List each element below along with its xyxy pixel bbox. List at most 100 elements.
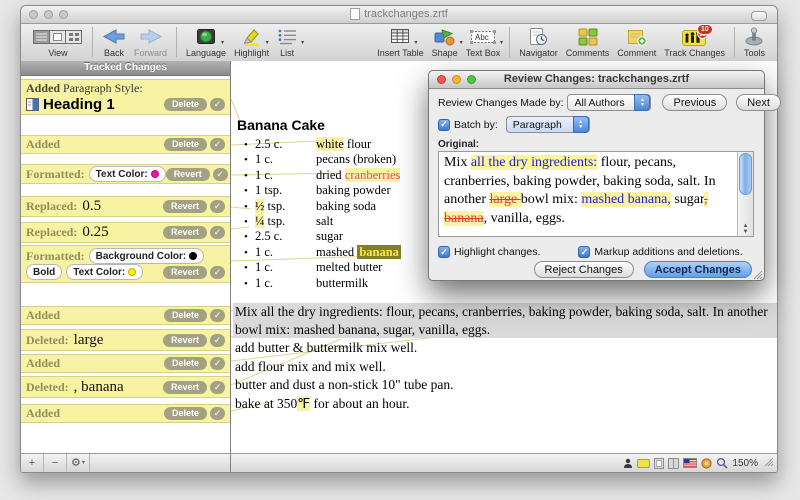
revert-change-button[interactable]: Revert — [163, 200, 207, 213]
revert-change-button[interactable]: Revert — [163, 334, 207, 347]
toolbar-comments-button[interactable]: Comments — [566, 26, 610, 58]
us-flag-icon[interactable] — [683, 458, 697, 468]
tracked-change-entry[interactable]: Replaced:0.5Revert✓ — [21, 196, 230, 217]
bullet-icon: • — [244, 170, 255, 182]
batch-by-popup[interactable]: Paragraph ▲▼ — [506, 116, 590, 133]
toolbar-language-button[interactable]: ▾Language — [186, 26, 226, 58]
original-text: Mix all the dry ingredients: flour, peca… — [444, 155, 716, 226]
text-segment: 1 c. — [255, 276, 273, 290]
toolbar-track-changes-button[interactable]: 1010Track Changes — [664, 26, 725, 58]
text-segment: tsp. — [264, 214, 285, 228]
format-attribute-pill: Background Color: — [89, 248, 205, 264]
toolbar-navigator-button[interactable]: Navigator — [519, 26, 558, 58]
scrollbar-arrows-icon[interactable]: ▲▼ — [738, 223, 753, 235]
accept-change-button[interactable]: ✓ — [210, 407, 225, 420]
accept-change-button[interactable]: ✓ — [210, 226, 225, 239]
markup-option: ✓ Markup additions and deletions. — [578, 246, 742, 258]
facing-pages-icon[interactable] — [668, 458, 679, 469]
delete-change-button[interactable]: Delete — [164, 309, 207, 322]
scrollbar[interactable]: ▲▼ — [737, 152, 753, 236]
original-text-box[interactable]: Mix all the dry ingredients: flour, peca… — [438, 151, 754, 237]
tracked-change-entry[interactable]: Formatted:Text Color:Revert✓ — [21, 164, 230, 184]
tracked-change-entry[interactable]: AddedDelete✓ — [21, 135, 230, 154]
tracked-change-entry[interactable]: Formatted:Background Color:BoldText Colo… — [21, 245, 230, 283]
zoom-level-label[interactable]: 150% — [732, 458, 758, 469]
toolbar-view-button[interactable]: View — [33, 26, 83, 58]
dialog-minimize-button[interactable] — [452, 75, 461, 84]
toolbar-list-button[interactable]: ▾List — [277, 26, 297, 58]
accept-changes-button[interactable]: Accept Changes — [644, 261, 752, 278]
authors-popup[interactable]: All Authors ▲▼ — [567, 94, 651, 111]
revert-change-button[interactable]: Revert — [163, 381, 207, 394]
batch-by-checkbox[interactable]: ✓ — [438, 119, 450, 131]
zoom-magnifier-icon[interactable] — [716, 457, 728, 469]
scrollbar-thumb[interactable] — [739, 153, 752, 195]
revert-change-button[interactable]: Revert — [163, 226, 207, 239]
ingredient-quantity: 1 c. — [255, 245, 316, 260]
resize-grip-icon[interactable] — [752, 269, 763, 280]
accept-change-button[interactable]: ✓ — [210, 138, 225, 151]
accept-change-button[interactable]: ✓ — [210, 266, 225, 279]
toolbar-tools-button[interactable]: Tools — [744, 26, 765, 58]
resize-grip-icon[interactable] — [762, 454, 774, 472]
accept-change-button[interactable]: ✓ — [210, 357, 225, 370]
toolbar-forward-button[interactable]: Forward — [134, 26, 167, 58]
accept-change-button[interactable]: ✓ — [210, 200, 225, 213]
remove-button[interactable]: − — [44, 454, 67, 472]
navigator-icon — [528, 26, 548, 47]
revert-change-button[interactable]: Revert — [166, 168, 210, 181]
delete-change-button[interactable]: Delete — [164, 407, 207, 420]
document-proxy-icon[interactable] — [350, 8, 360, 20]
toolbar-label: Forward — [134, 48, 167, 58]
tracked-change-entry[interactable]: Added Delete✓ — [21, 306, 230, 325]
accept-change-button[interactable]: ✓ — [210, 309, 225, 322]
accept-change-button[interactable]: ✓ — [213, 168, 228, 181]
tracked-change-entry[interactable]: AddedDelete✓ — [21, 404, 230, 423]
change-entry-actions: Delete✓ — [164, 357, 225, 370]
author-icon[interactable] — [623, 458, 633, 469]
toolbar-text-box-button[interactable]: Abc▾Text Box — [466, 26, 501, 58]
tracked-change-entry[interactable]: Replaced:0.25Revert✓ — [21, 222, 230, 243]
batch-by-label: Batch by: — [454, 119, 498, 131]
gear-menu-button[interactable]: ⚙▾ — [67, 454, 90, 472]
dialog-zoom-button[interactable] — [467, 75, 476, 84]
accept-change-button[interactable]: ✓ — [210, 381, 225, 394]
highlight-changes-checkbox[interactable]: ✓ — [438, 246, 450, 258]
next-button[interactable]: Next — [736, 94, 781, 111]
text-segment: ℉ — [297, 396, 310, 411]
tracked-change-entry[interactable]: Added Paragraph Style:Heading 1Delete✓ — [21, 79, 230, 115]
toolbar-shape-button[interactable]: ▾Shape — [432, 26, 458, 58]
text-segment: Mix all the dry ingredients: flour, peca… — [235, 304, 768, 337]
reject-changes-button[interactable]: Reject Changes — [534, 261, 634, 278]
markup-checkbox[interactable]: ✓ — [578, 246, 590, 258]
accept-change-button[interactable]: ✓ — [210, 98, 225, 111]
tracked-change-entry[interactable]: Deleted:largeRevert✓ — [21, 329, 230, 351]
accept-change-button[interactable]: ✓ — [210, 334, 225, 347]
style-badge-icon[interactable] — [701, 458, 712, 469]
text-segment: banana — [357, 245, 401, 259]
back-icon — [102, 26, 126, 47]
toolbar-back-button[interactable]: Back — [102, 26, 126, 58]
add-button[interactable]: + — [21, 454, 44, 472]
sidebar-footer: + − ⚙▾ — [21, 454, 231, 472]
tracked-change-entry[interactable]: Deleted:, bananaRevert✓ — [21, 376, 230, 398]
change-entry-header: Formatted:Background Color: — [26, 248, 225, 264]
delete-change-button[interactable]: Delete — [164, 138, 207, 151]
previous-button[interactable]: Previous — [662, 94, 727, 111]
text-box-icon: Abc▾ — [470, 26, 496, 47]
tracked-change-entry[interactable]: AddedDelete✓ — [21, 354, 230, 373]
toolbar-toggle-button[interactable] — [751, 11, 767, 21]
change-type-label: Added — [26, 308, 60, 323]
delete-change-button[interactable]: Delete — [164, 98, 207, 111]
single-page-icon[interactable] — [654, 458, 664, 469]
toolbar-insert-table-button[interactable]: ▾Insert Table — [377, 26, 423, 58]
revert-change-button[interactable]: Revert — [163, 266, 207, 279]
dialog-titlebar[interactable]: Review Changes: trackchanges.zrtf — [429, 71, 764, 89]
toolbar-highlight-button[interactable]: ▾Highlight — [234, 26, 269, 58]
toolbar-comment-button[interactable]: Comment — [617, 26, 656, 58]
dialog-close-button[interactable] — [437, 75, 446, 84]
delete-change-button[interactable]: Delete — [164, 357, 207, 370]
highlight-swatch-icon[interactable] — [637, 459, 650, 468]
main-titlebar[interactable]: trackchanges.zrtf — [21, 6, 777, 24]
bullet-icon: • — [244, 154, 255, 166]
